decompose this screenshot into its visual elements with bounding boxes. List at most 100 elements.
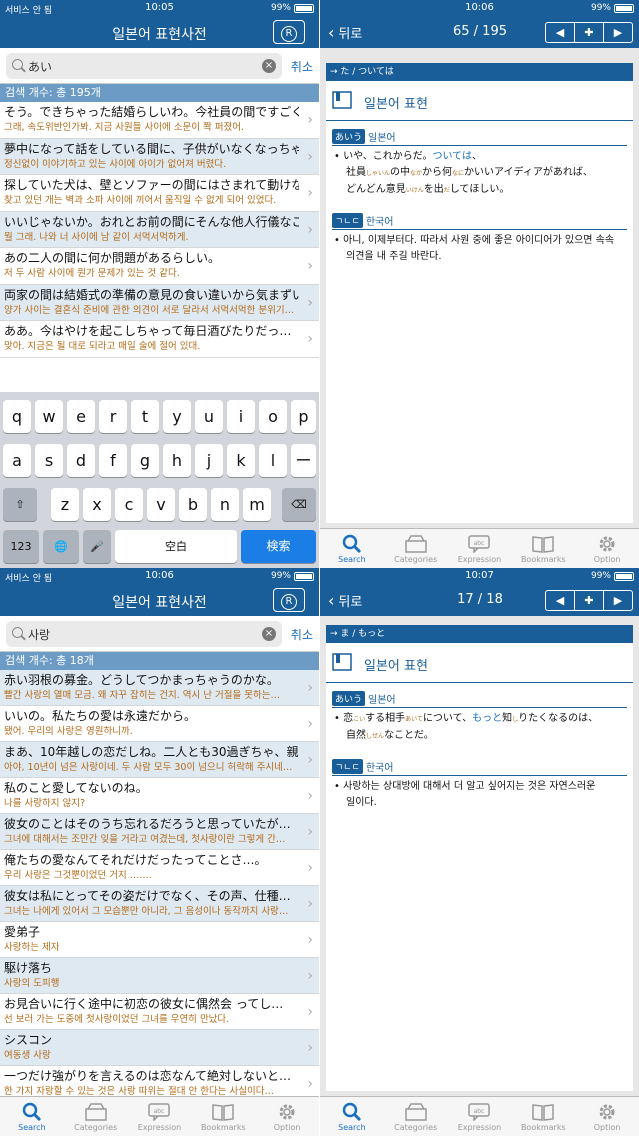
list-item[interactable]: ああ。今はやけを起こしちゃって毎日酒びたりだっ… 맞아. 지금은 될 대로 되라고… <box>0 321 319 358</box>
list-item[interactable]: 赤い羽根の募金。どうしてつかまっちゃうのかな。 빨간 사랑의 열매 모금. 왜 자… <box>0 670 319 706</box>
tab-bookmarks[interactable]: Bookmarks <box>511 1097 575 1136</box>
tab-expression[interactable]: abc Expression <box>448 529 512 568</box>
key-a[interactable]: a <box>3 444 31 477</box>
item-korean: 양가 사이는 결혼식 준비에 관한 의견이 서로 달라서 서먹서먹한 분위기… <box>4 304 295 316</box>
tab-expression[interactable]: abc Expression <box>128 1097 192 1136</box>
search-field[interactable]: × <box>6 621 282 647</box>
next-button[interactable]: ▶ <box>603 22 633 43</box>
key-i[interactable]: i <box>227 400 255 433</box>
search-input[interactable] <box>28 625 248 643</box>
tab-option[interactable]: Option <box>255 1097 319 1136</box>
tab-search[interactable]: Search <box>320 529 384 568</box>
svg-text:abc: abc <box>154 1108 165 1115</box>
key-n[interactable]: n <box>211 488 239 521</box>
item-korean: 찾고 있던 개는 벽과 소파 사이에 끼어서 움직일 수 없게 되어 있었다. <box>4 195 277 206</box>
key-r[interactable]: r <box>99 400 127 433</box>
item-japanese: 両家の間は結婚式の準備の意見の食い違いから気まずい… <box>4 287 299 302</box>
list-item[interactable]: 彼女のことはそのうち忘れるだろうと思っていたが… 그녀에 대해서는 조만간 잊을 … <box>0 814 319 850</box>
list-item[interactable]: 夢中になって話をしている間に、子供がいなくなっちゃった 정신없이 이야기하고 있는… <box>0 138 319 175</box>
tab-option[interactable]: Option <box>575 529 639 568</box>
key-v[interactable]: v <box>147 488 175 521</box>
cancel-button[interactable]: 취소 <box>291 58 313 75</box>
results-list: 赤い羽根の募金。どうしてつかまっちゃうのかな。 빨간 사랑의 열매 모금. 왜 자… <box>0 670 319 1102</box>
search-key[interactable]: 検索 <box>241 530 316 563</box>
tab-option[interactable]: Option <box>575 1097 639 1136</box>
dictation-key[interactable]: 🎤 <box>83 530 111 563</box>
key-f[interactable]: f <box>99 444 127 477</box>
globe-key[interactable]: 🌐 <box>43 530 79 563</box>
key-p[interactable]: p <box>291 400 316 433</box>
search-icon <box>22 1102 41 1122</box>
list-item[interactable]: 駆け落ち 사랑의 도피행 › <box>0 958 319 994</box>
list-item[interactable]: お見合いに行く途中に初恋の彼女に偶然会 ってし… 선 보러 가는 도중에 첫사랑이… <box>0 994 319 1030</box>
list-item[interactable]: 愛弟子 사랑하는 제자 › <box>0 922 319 958</box>
list-item[interactable]: 彼女は私にとってその姿だけでなく、その声、仕種… 그녀는 나에게 있어서 그 모습… <box>0 886 319 922</box>
key-c[interactable]: c <box>115 488 143 521</box>
item-korean: 뭘 그래. 나와 너 사이에 남 같이 서먹서먹하게. <box>4 231 189 243</box>
search-field[interactable]: × <box>6 53 282 79</box>
back-button[interactable]: ‹ 뒤로 <box>328 23 362 42</box>
search-screen-2: 서비스 안 됨 10:06 99% 일본어 표현사전 R × 취소 검색 개수:… <box>0 568 319 1136</box>
list-item[interactable]: 両家の間は結婚式の準備の意見の食い違いから気まずい… 양가 사이는 결혼식 준비에… <box>0 284 319 321</box>
tab-bookmarks[interactable]: Bookmarks <box>511 529 575 568</box>
key-t[interactable]: t <box>131 400 159 433</box>
key-m[interactable]: m <box>243 488 271 521</box>
add-button[interactable]: ✚ <box>574 590 604 611</box>
list-item[interactable]: 探していた犬は、壁とソファーの間にはさまれて動けなく… 찾고 있던 개는 벽과 소… <box>0 175 319 212</box>
list-item[interactable]: そう。できちゃった結婚らしいわ。今社員の間ですごく噂… 그래, 속도위반인가봐. … <box>0 102 319 139</box>
key-s[interactable]: s <box>35 444 63 477</box>
tab-search[interactable]: Search <box>0 1097 64 1136</box>
search-input[interactable] <box>28 57 248 75</box>
key-j[interactable]: j <box>195 444 223 477</box>
key-x[interactable]: x <box>83 488 111 521</box>
tab-categories[interactable]: Categories <box>64 1097 128 1136</box>
tab-search[interactable]: Search <box>320 1097 384 1136</box>
clear-icon[interactable]: × <box>262 627 276 641</box>
key-d[interactable]: d <box>67 444 95 477</box>
list-item[interactable]: まあ、10年越しの恋だしね。二人とも30過ぎちゃ、親が許… 아야, 10년이 넘은… <box>0 742 319 778</box>
prev-button[interactable]: ◀ <box>545 22 575 43</box>
shift-key[interactable]: ⇧ <box>3 488 37 521</box>
tab-bookmarks[interactable]: Bookmarks <box>191 1097 255 1136</box>
tab-categories[interactable]: Categories <box>384 1097 448 1136</box>
list-item[interactable]: 私のこと愛してないのね。 나를 사랑하지 않지? › <box>0 778 319 814</box>
battery-icon <box>294 571 314 581</box>
expression-icon: abc <box>468 1103 491 1121</box>
key-e[interactable]: e <box>67 400 95 433</box>
item-japanese: そう。できちゃった結婚らしいわ。今社員の間ですごく噂… <box>4 105 299 119</box>
list-item[interactable]: いいの。私たちの愛は永遠だから。 됐어. 우리의 사랑은 영원하니까. › <box>0 706 319 742</box>
list-item[interactable]: シスコン 여동생 사랑 › <box>0 1030 319 1066</box>
registered-button[interactable]: R <box>273 20 305 44</box>
list-item[interactable]: あの二人の間に何か問題があるらしい。 저 두 사람 사이에 뭔가 문제가 있는 것… <box>0 248 319 285</box>
prev-button[interactable]: ◀ <box>545 590 575 611</box>
space-key[interactable]: 空白 <box>115 530 237 563</box>
chevron-right-icon: › <box>307 1004 313 1020</box>
key-u[interactable]: u <box>195 400 223 433</box>
tab-bar: Search Categories abc Expression Bookmark… <box>0 1096 319 1136</box>
key-h[interactable]: h <box>163 444 191 477</box>
key-b[interactable]: b <box>179 488 207 521</box>
add-button[interactable]: ✚ <box>574 22 604 43</box>
list-item[interactable]: いいじゃないか。おれとお前の間にそんな他人行儀なこと… 뭘 그래. 나와 너 사이… <box>0 211 319 248</box>
back-button[interactable]: ‹ 뒤로 <box>328 591 362 610</box>
next-button[interactable]: ▶ <box>603 590 633 611</box>
korean-label: 한국어 <box>365 217 394 228</box>
clear-icon[interactable]: × <box>262 59 276 73</box>
tab-expression[interactable]: abc Expression <box>448 1097 512 1136</box>
list-item[interactable]: 俺たちの愛なんてそれだけだったってことさ…。 우리 사랑은 그것뿐이었던 거지 …… <box>0 850 319 886</box>
numbers-key[interactable]: 123 <box>3 530 39 563</box>
key-w[interactable]: w <box>35 400 63 433</box>
registered-button[interactable]: R <box>273 588 305 612</box>
key-g[interactable]: g <box>131 444 159 477</box>
nav-bar: 일본어 표현사전 R <box>0 584 319 616</box>
key-y[interactable]: y <box>163 400 191 433</box>
delete-key[interactable]: ⌫ <box>282 488 316 521</box>
key-z[interactable]: z <box>51 488 79 521</box>
tab-categories[interactable]: Categories <box>384 529 448 568</box>
key-long-vowel[interactable]: ー <box>291 444 316 477</box>
key-o[interactable]: o <box>259 400 287 433</box>
key-k[interactable]: k <box>227 444 255 477</box>
key-q[interactable]: q <box>3 400 31 433</box>
key-l[interactable]: l <box>259 444 287 477</box>
cancel-button[interactable]: 취소 <box>291 626 313 643</box>
